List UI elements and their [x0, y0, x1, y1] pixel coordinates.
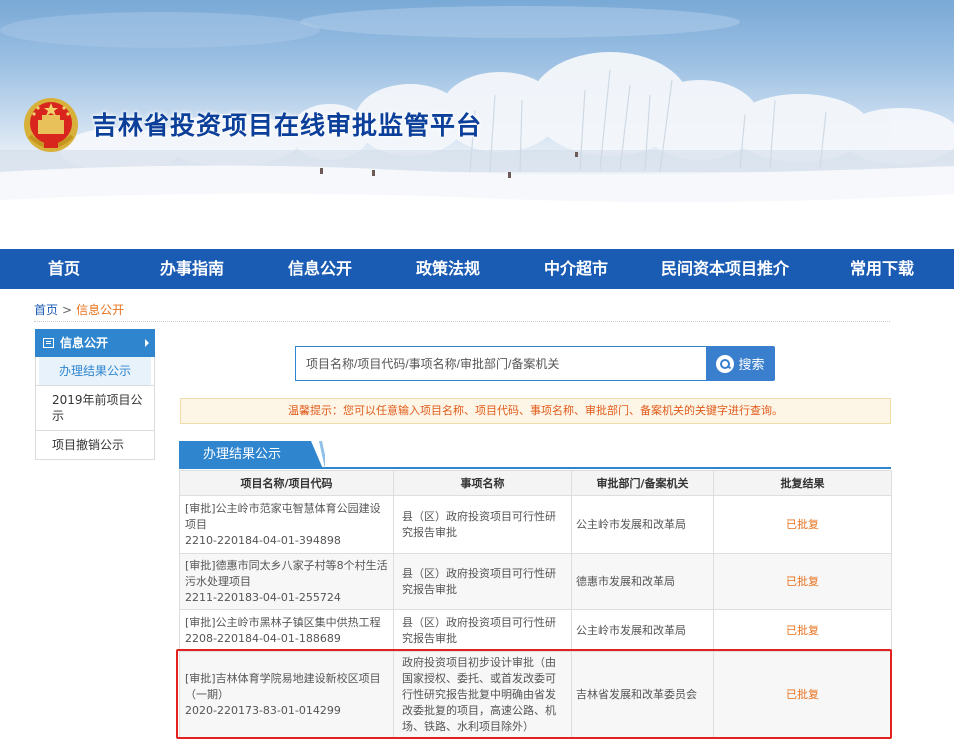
sidebar-header[interactable]: 信息公开 [35, 329, 155, 357]
item-cell: 政府投资项目初步设计审批（由国家授权、委托、或首发改委可行性研究报告批复中明确由… [393, 651, 572, 739]
table-row[interactable]: [审批]吉林体育学院易地建设新校区项目（一期） 2020-220173-83-01… [179, 651, 892, 739]
sidebar-items: 办理结果公示 2019年前项目公示 项目撤销公示 [35, 357, 155, 460]
sidebar-item-results[interactable]: 办理结果公示 [39, 357, 151, 385]
dept-cell: 德惠市发展和改革局 [571, 553, 714, 610]
project-code: 2020-220173-83-01-014299 [185, 704, 341, 717]
sidebar-item-pre-2019[interactable]: 2019年前项目公示 [36, 385, 154, 430]
site-title: 吉林省投资项目在线审批监管平台 [92, 111, 483, 140]
search-button-label: 搜索 [738, 358, 765, 373]
search-button[interactable]: 搜索 [706, 346, 775, 381]
table-row[interactable]: [审批]德惠市同太乡八家子村等8个村生活污水处理项目 2211-220183-04… [179, 553, 892, 610]
column-header-dept: 审批部门/备案机关 [571, 470, 714, 496]
project-cell[interactable]: [审批]吉林体育学院易地建设新校区项目（一期） 2020-220173-83-01… [179, 651, 394, 739]
main-nav: 首页 办事指南 信息公开 政策法规 中介超市 民间资本项目推介 常用下载 [0, 249, 954, 289]
result-cell: 已批复 [713, 495, 892, 554]
project-code: 2211-220183-04-01-255724 [185, 590, 341, 604]
project-code: 2210-220184-04-01-394898 [185, 533, 341, 547]
result-cell: 已批复 [713, 651, 892, 739]
header-banner: 吉林省投资项目在线审批监管平台 [0, 0, 954, 249]
results-table: 项目名称/项目代码 事项名称 审批部门/备案机关 批复结果 [审批]公主岭市范家… [179, 470, 892, 739]
tab-results[interactable]: 办理结果公示 [179, 441, 323, 469]
breadcrumb-current-link[interactable]: 信息公开 [76, 303, 124, 317]
project-code: 2208-220184-04-01-188689 [185, 631, 341, 645]
dept-cell: 公主岭市发展和改革局 [571, 609, 714, 652]
breadcrumb-divider [34, 321, 890, 322]
column-header-result: 批复结果 [713, 470, 892, 496]
project-name[interactable]: [审批]德惠市同太乡八家子村等8个村生活污水处理项目 [185, 558, 388, 590]
breadcrumb-separator: > [62, 303, 73, 317]
nav-item-agency-market[interactable]: 中介超市 [512, 249, 640, 289]
column-header-item: 事项名称 [393, 470, 572, 496]
nav-item-private-capital[interactable]: 民间资本项目推介 [640, 249, 810, 289]
table-row[interactable]: [审批]公主岭市黑林子镇区集中供热工程 2208-220184-04-01-188… [179, 609, 892, 652]
nav-item-guide[interactable]: 办事指南 [128, 249, 256, 289]
breadcrumb: 首页 > 信息公开 [34, 301, 124, 318]
item-cell: 县（区）政府投资项目可行性研究报告审批 [393, 609, 572, 652]
sidebar-header-label: 信息公开 [60, 336, 109, 350]
project-name[interactable]: [审批]公主岭市范家屯智慧体育公园建设项目 [185, 501, 388, 533]
column-header-project: 项目名称/项目代码 [179, 470, 394, 496]
search-input[interactable] [295, 346, 706, 381]
project-name[interactable]: [审批]公主岭市黑林子镇区集中供热工程 [185, 615, 388, 631]
result-cell: 已批复 [713, 609, 892, 652]
result-cell: 已批复 [713, 553, 892, 610]
nav-item-downloads[interactable]: 常用下载 [810, 249, 954, 289]
item-cell: 县（区）政府投资项目可行性研究报告审批 [393, 495, 572, 554]
nav-item-regulations[interactable]: 政策法规 [384, 249, 512, 289]
project-cell[interactable]: [审批]公主岭市范家屯智慧体育公园建设项目 2210-220184-04-01-3… [179, 495, 394, 554]
document-icon [43, 337, 54, 348]
search-tip: 温馨提示：您可以任意输入项目名称、项目代码、事项名称、审批部门、备案机关的关键字… [180, 398, 891, 424]
project-cell[interactable]: [审批]德惠市同太乡八家子村等8个村生活污水处理项目 2211-220183-04… [179, 553, 394, 610]
sidebar: 信息公开 办理结果公示 2019年前项目公示 项目撤销公示 [35, 329, 155, 460]
dept-cell: 公主岭市发展和改革局 [571, 495, 714, 554]
chevron-right-icon [145, 339, 149, 347]
table-header-row: 项目名称/项目代码 事项名称 审批部门/备案机关 批复结果 [179, 470, 892, 496]
project-name[interactable]: [审批]吉林体育学院易地建设新校区项目（一期） [185, 671, 388, 703]
section-tab-bar: 办理结果公示 [179, 441, 891, 469]
search-icon [716, 354, 735, 373]
table-row[interactable]: [审批]公主岭市范家屯智慧体育公园建设项目 2210-220184-04-01-3… [179, 495, 892, 554]
project-cell[interactable]: [审批]公主岭市黑林子镇区集中供热工程 2208-220184-04-01-188… [179, 609, 394, 652]
nav-item-disclosure[interactable]: 信息公开 [256, 249, 384, 289]
sidebar-item-revoked[interactable]: 项目撤销公示 [36, 430, 154, 459]
item-cell: 县（区）政府投资项目可行性研究报告审批 [393, 553, 572, 610]
breadcrumb-home-link[interactable]: 首页 [34, 303, 58, 317]
national-emblem-icon [24, 98, 78, 152]
dept-cell: 吉林省发展和改革委员会 [571, 651, 714, 739]
nav-item-home[interactable]: 首页 [0, 249, 128, 289]
